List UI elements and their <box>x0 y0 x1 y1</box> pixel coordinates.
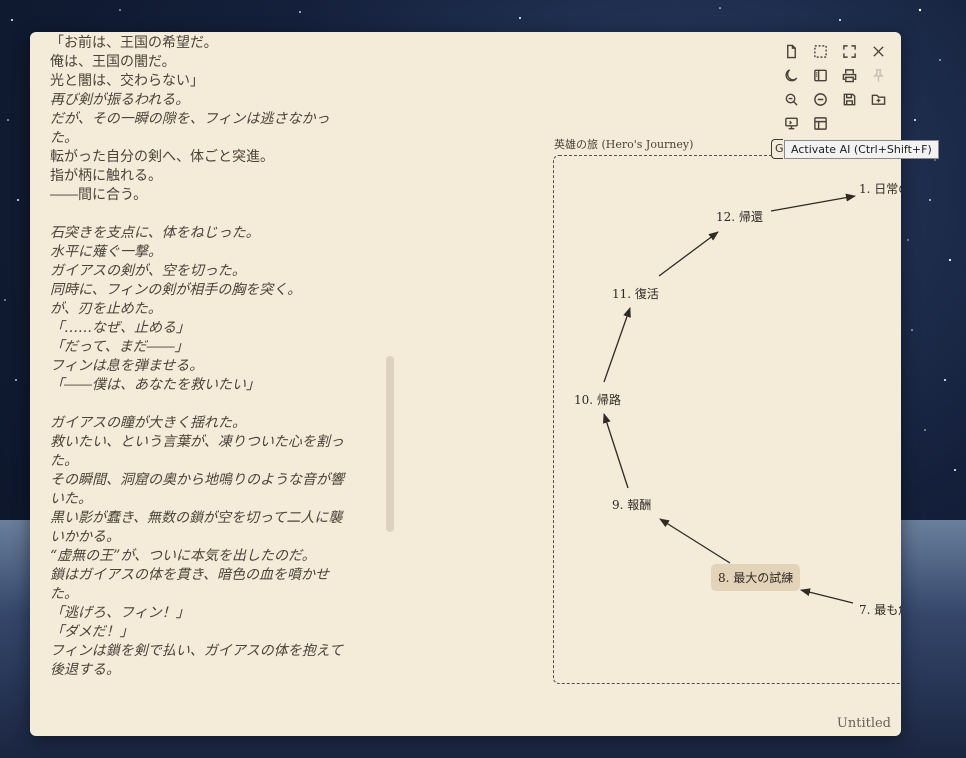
ai-button-partial[interactable]: G <box>771 139 784 159</box>
arrow-10-to-11 <box>603 307 631 383</box>
diagram-arrows <box>602 193 856 604</box>
editor-window: 「お前は、王国の希望だ。 俺は、王国の闇だ。 光と闇は、交わらない」 再び剣が振るわれ… <box>30 32 901 736</box>
diagram-node-10[interactable]: 10. 帰路 <box>574 391 621 408</box>
arrow-11-to-12 <box>658 231 719 277</box>
arrow-9-to-10 <box>602 413 629 489</box>
diagram-node-7[interactable]: 7. 最も危 <box>859 601 901 618</box>
arrow-7-to-8 <box>800 588 854 604</box>
diagram-node-11[interactable]: 11. 復活 <box>612 285 659 302</box>
document-name: Untitled <box>836 716 891 731</box>
arrow-12-to-1 <box>770 193 856 212</box>
arrow-8-to-9 <box>659 518 731 564</box>
diagram-node-12[interactable]: 12. 帰還 <box>716 208 763 225</box>
diagram-node-1[interactable]: 1. 日常の <box>859 180 901 197</box>
diagram-node-8[interactable]: 8. 最大の試練 <box>711 564 801 591</box>
tooltip: Activate AI (Ctrl+Shift+F) <box>784 140 939 159</box>
diagram-node-9[interactable]: 9. 報酬 <box>612 496 651 513</box>
